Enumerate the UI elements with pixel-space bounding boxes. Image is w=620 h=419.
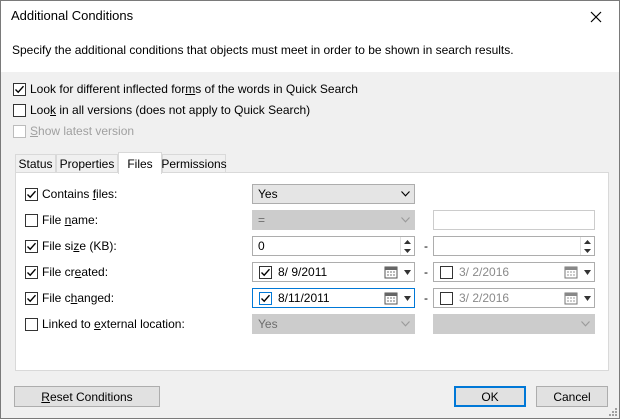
close-icon	[590, 11, 602, 22]
window-title: Additional Conditions	[11, 8, 134, 23]
spin-up-icon	[584, 239, 591, 244]
chevron-down-icon	[583, 269, 591, 275]
file-size-from-spinner[interactable]	[400, 237, 414, 255]
file-changed-option[interactable]: File changed:	[25, 291, 114, 305]
file-name-label: File name:	[42, 213, 99, 227]
description-text: Specify the additional conditions that o…	[12, 43, 514, 57]
chevron-down-icon	[400, 321, 410, 327]
file-size-label: File size (KB):	[42, 239, 117, 253]
file-created-option[interactable]: File created:	[25, 265, 108, 279]
file-name-operator-dropdown: =	[252, 210, 415, 230]
all-versions-option[interactable]: Look in all versions (does not apply to …	[13, 103, 310, 117]
file-created-from-date-checkbox[interactable]	[259, 265, 272, 279]
file-created-label: File created:	[42, 265, 109, 279]
additional-conditions-dialog: Additional Conditions Specify the additi…	[0, 0, 620, 419]
calendar-icon	[564, 266, 578, 279]
chevron-down-icon	[403, 295, 411, 301]
resize-grip-icon[interactable]	[607, 406, 617, 416]
file-created-from-datepicker[interactable]: 8/ 9/2011	[252, 262, 415, 282]
file-name-input	[433, 210, 595, 230]
linked-external-label: Linked to external location:	[42, 317, 185, 331]
spin-up-icon	[404, 239, 411, 244]
linked-external-dropdown: Yes	[252, 314, 415, 334]
range-separator: -	[424, 265, 428, 279]
calendar-icon	[384, 266, 398, 279]
latest-version-checkbox	[13, 124, 26, 138]
file-size-option[interactable]: File size (KB):	[25, 239, 117, 253]
checkmark-icon	[27, 268, 37, 276]
inflected-forms-checkbox[interactable]	[13, 82, 26, 96]
latest-version-option: Show latest version	[13, 124, 134, 138]
ok-button[interactable]: OK	[454, 386, 526, 407]
file-size-checkbox[interactable]	[25, 239, 38, 253]
file-size-to-spinner[interactable]	[580, 237, 594, 255]
file-changed-to-date-checkbox[interactable]	[440, 291, 453, 305]
tab-properties[interactable]: Properties	[56, 154, 118, 173]
contains-files-label: Contains files:	[42, 187, 118, 201]
file-name-option[interactable]: File name:	[25, 213, 98, 227]
checkmark-icon	[261, 268, 271, 276]
contains-files-dropdown[interactable]: Yes	[252, 184, 415, 204]
file-created-to-date-checkbox[interactable]	[440, 265, 453, 279]
chevron-down-icon	[403, 269, 411, 275]
file-created-to-datepicker[interactable]: 3/ 2/2016	[433, 262, 595, 282]
latest-version-label: Show latest version	[30, 124, 135, 138]
file-size-from-input[interactable]: 0	[252, 236, 415, 256]
tab-permissions[interactable]: Permissions	[161, 154, 227, 173]
file-name-checkbox[interactable]	[25, 213, 38, 227]
tab-status[interactable]: Status	[15, 154, 56, 173]
file-changed-checkbox[interactable]	[25, 291, 38, 305]
checkmark-icon	[261, 294, 271, 302]
file-created-checkbox[interactable]	[25, 265, 38, 279]
tab-files[interactable]: Files	[118, 152, 162, 174]
description-area: Specify the additional conditions that o…	[1, 32, 619, 72]
cancel-button[interactable]: Cancel	[536, 386, 608, 407]
contains-files-option[interactable]: Contains files:	[25, 187, 117, 201]
file-changed-to-datepicker[interactable]: 3/ 2/2016	[433, 288, 595, 308]
contains-files-checkbox[interactable]	[25, 187, 38, 201]
files-tab-panel: Contains files: Yes File name: = File si…	[15, 172, 609, 371]
chevron-down-icon	[400, 191, 410, 197]
range-separator: -	[424, 291, 428, 305]
file-size-to-input[interactable]	[433, 236, 595, 256]
inflected-forms-label: Look for different inflected forms of th…	[30, 82, 358, 96]
checkmark-icon	[27, 190, 37, 198]
linked-external-option[interactable]: Linked to external location:	[25, 317, 185, 331]
inflected-forms-option[interactable]: Look for different inflected forms of th…	[13, 82, 358, 96]
title-bar: Additional Conditions	[1, 1, 619, 32]
spin-down-icon	[404, 248, 411, 253]
linked-external-location-dropdown	[433, 314, 595, 334]
checkmark-icon	[27, 242, 37, 250]
chevron-down-icon	[400, 217, 410, 223]
reset-conditions-button[interactable]: Reset Conditions	[14, 386, 160, 407]
calendar-icon	[564, 292, 578, 305]
chevron-down-icon	[583, 295, 591, 301]
range-separator: -	[424, 239, 428, 253]
file-changed-from-date-checkbox[interactable]	[259, 291, 272, 305]
all-versions-label: Look in all versions (does not apply to …	[30, 103, 311, 117]
file-changed-label: File changed:	[42, 291, 115, 305]
file-changed-from-datepicker[interactable]: 8/11/2011	[252, 288, 415, 308]
checkmark-icon	[27, 294, 37, 302]
chevron-down-icon	[580, 321, 590, 327]
checkmark-icon	[15, 85, 25, 93]
calendar-icon	[384, 292, 398, 305]
all-versions-checkbox[interactable]	[13, 103, 26, 117]
close-button[interactable]	[573, 1, 619, 32]
linked-external-checkbox[interactable]	[25, 317, 38, 331]
spin-down-icon	[584, 248, 591, 253]
